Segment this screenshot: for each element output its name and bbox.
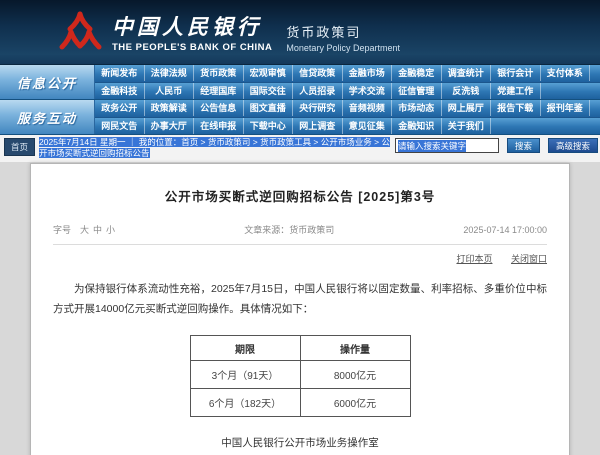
nav-item[interactable]: 图文直播 [244, 100, 293, 117]
bank-name-en: THE PEOPLE'S BANK OF CHINA [112, 42, 273, 53]
bank-title: 中国人民银行 THE PEOPLE'S BANK OF CHINA [112, 11, 272, 53]
nav-item[interactable]: 法律法规 [145, 65, 194, 82]
nav-rows: 政务公开 政策解读 公告信息 图文直播 央行研究 音频视频 市场动态 网上展厅 报告下载 报刊年鉴… [95, 100, 600, 134]
nav-row: 新闻发布 法律法规 货币政策 宏观审慎 信贷政策 金融市场 金融稳定 调查统计 银行会计 支付体系 [95, 65, 600, 82]
breadcrumb: 2025年7月14日 星期一 ｜ 我的位置：首页 > 货币政策司 > 货币政策工… [39, 137, 395, 158]
table-header-cell: 期限 [189, 335, 301, 361]
bank-name-cn: 中国人民银行 [112, 15, 262, 39]
breadcrumb-bar: 首页 2025年7月14日 星期一 ｜ 我的位置：首页 > 货币政策司 > 货币… [0, 135, 600, 162]
article-meta: 字号 大中小 文章来源：货币政策司 2025-07-14 17:00:00 [53, 223, 547, 245]
nav-item[interactable]: 人员招录 [293, 82, 343, 99]
nav-item[interactable]: 宏观审慎 [244, 65, 293, 82]
article-body: 为保持银行体系流动性充裕，2025年7月15日，中国人民银行将以固定数量、利率招… [53, 283, 547, 315]
close-window-link[interactable]: 关闭窗口 [511, 254, 547, 264]
search-placeholder: 请输入搜索关键字 [397, 139, 466, 152]
nav-item[interactable]: 支付体系 [541, 65, 590, 82]
font-size-label: 字号 [53, 225, 72, 235]
article-datetime: 2025-07-14 17:00:00 [463, 224, 547, 235]
article-card: 公开市场买断式逆回购招标公告 [2025]第3号 字号 大中小 文章来源：货币政… [30, 163, 570, 455]
nav-item[interactable]: 信贷政策 [293, 65, 343, 82]
breadcrumb-text: 2025年7月14日 星期一 ｜ 我的位置：首页 > 货币政策司 > 货币政策工… [39, 137, 390, 158]
font-size-links: 大中小 [76, 223, 115, 236]
print-page-link[interactable]: 打印本页 [456, 254, 492, 264]
table-header-cell: 操作量 [299, 335, 411, 361]
nav-item[interactable]: 网上展厅 [442, 100, 491, 117]
nav-group-label[interactable]: 服务互动 [0, 100, 95, 134]
nav-item[interactable]: 网民文告 [95, 117, 145, 134]
nav-item[interactable]: 关于我们 [442, 117, 491, 134]
font-size-option[interactable]: 中 [93, 225, 102, 235]
table-cell: 6000亿元 [299, 388, 411, 417]
nav-item[interactable]: 新闻发布 [95, 65, 145, 82]
main-navigation: 信息公开 新闻发布 法律法规 货币政策 宏观审慎 信贷政策 金融市场 金融稳定 调查统计 银行会计… [0, 65, 600, 135]
table-row: 3个月（91天） 8000亿元 [189, 360, 411, 389]
nav-item[interactable]: 市场动态 [392, 100, 442, 117]
font-size-controls: 字号 大中小 [53, 223, 115, 236]
department-name-en: Monetary Policy Department [286, 42, 400, 53]
nav-item[interactable]: 反洗钱 [442, 82, 491, 99]
article-title: 公开市场买断式逆回购招标公告 [2025]第3号 [164, 190, 436, 204]
nav-item[interactable]: 人民币 [145, 82, 194, 99]
font-size-option[interactable]: 小 [106, 225, 115, 235]
nav-group-label[interactable]: 信息公开 [0, 65, 95, 99]
font-size-option[interactable]: 大 [80, 225, 89, 235]
article-signature: 中国人民银行公开市场业务操作室 [221, 437, 379, 449]
operation-table: 期限 操作量 3个月（91天） 8000亿元 6个月（182天） 6000亿元 [189, 335, 411, 417]
table-row: 6个月（182天） 6000亿元 [189, 388, 411, 417]
nav-group: 服务互动 政务公开 政策解读 公告信息 图文直播 央行研究 音频视频 市场动态 网上展厅 报告下载… [0, 100, 600, 135]
nav-item[interactable]: 经理国库 [194, 82, 244, 99]
nav-item[interactable]: 金融市场 [343, 65, 392, 82]
nav-item[interactable]: 学术交流 [343, 82, 392, 99]
nav-item[interactable]: 党建工作 [491, 82, 541, 99]
nav-item[interactable]: 金融稳定 [392, 65, 442, 82]
nav-item[interactable]: 报刊年鉴 [541, 100, 590, 117]
nav-row: 政务公开 政策解读 公告信息 图文直播 央行研究 音频视频 市场动态 网上展厅 报告下载 报刊年鉴 [95, 100, 600, 117]
nav-item[interactable]: 金融知识 [392, 117, 442, 134]
nav-item[interactable]: 下载中心 [244, 117, 293, 134]
department-title: 货币政策司 Monetary Policy Department [286, 22, 400, 53]
table-cell: 8000亿元 [299, 360, 411, 389]
nav-item[interactable]: 意见征集 [343, 117, 392, 134]
search-area: 请输入搜索关键字 搜索 高级搜索 [394, 138, 598, 153]
nav-item[interactable]: 政务公开 [95, 100, 145, 117]
nav-item[interactable]: 网上调查 [293, 117, 343, 134]
page-actions: 打印本页 关闭窗口 [53, 252, 547, 265]
nav-item[interactable]: 办事大厅 [145, 117, 194, 134]
nav-group: 信息公开 新闻发布 法律法规 货币政策 宏观审慎 信贷政策 金融市场 金融稳定 调查统计 银行会计… [0, 65, 600, 100]
nav-row: 金融科技 人民币 经理国库 国际交往 人员招录 学术交流 征信管理 反洗钱 党建工作 [95, 81, 600, 99]
department-name-cn: 货币政策司 [286, 24, 362, 40]
nav-item[interactable]: 音频视频 [343, 100, 392, 117]
home-button[interactable]: 首页 [4, 138, 36, 156]
nav-item[interactable]: 报告下载 [491, 100, 541, 117]
search-button[interactable]: 搜索 [506, 138, 540, 153]
advanced-search-button[interactable]: 高级搜索 [547, 138, 598, 153]
nav-item[interactable]: 国际交往 [244, 82, 293, 99]
table-cell: 3个月（91天） [189, 360, 301, 389]
nav-item[interactable]: 征信管理 [392, 82, 442, 99]
nav-row: 网民文告 办事大厅 在线申报 下载中心 网上调查 意见征集 金融知识 关于我们 [95, 116, 600, 134]
search-input[interactable]: 请输入搜索关键字 [394, 138, 499, 153]
nav-rows: 新闻发布 法律法规 货币政策 宏观审慎 信贷政策 金融市场 金融稳定 调查统计 银行会计 支付体系… [95, 65, 600, 99]
nav-item[interactable]: 银行会计 [491, 65, 541, 82]
site-header: 中国人民银行 THE PEOPLE'S BANK OF CHINA 货币政策司 … [0, 0, 600, 65]
nav-item[interactable]: 央行研究 [293, 100, 343, 117]
nav-item[interactable]: 金融科技 [95, 82, 145, 99]
pboc-logo-icon [59, 11, 102, 50]
nav-item[interactable]: 政策解读 [145, 100, 194, 117]
table-cell: 6个月（182天） [189, 388, 301, 417]
nav-item[interactable]: 货币政策 [194, 65, 244, 82]
article-source: 文章来源：货币政策司 [244, 225, 335, 235]
nav-item[interactable]: 公告信息 [194, 100, 244, 117]
nav-item[interactable]: 调查统计 [442, 65, 491, 82]
nav-item[interactable]: 在线申报 [194, 117, 244, 134]
